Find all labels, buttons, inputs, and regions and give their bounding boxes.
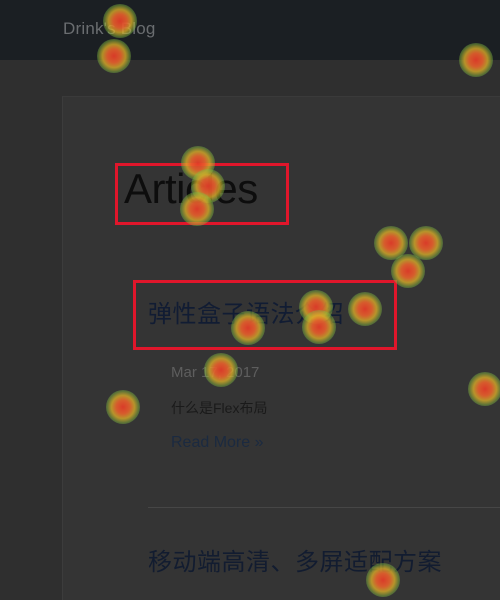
top-navbar: Drink's Blog (0, 0, 500, 60)
article-title-highlight-box (133, 280, 397, 350)
article-title-link-2[interactable]: 移动端高清、多屏适配方案 (148, 545, 442, 581)
blog-brand-link[interactable]: Drink's Blog (63, 19, 156, 39)
page-title-highlight-box (115, 163, 289, 225)
article-divider (148, 507, 500, 508)
read-more-link[interactable]: Read More » (171, 432, 264, 454)
article-excerpt: 什么是Flex布局 (171, 400, 268, 416)
blog-page: Drink's Blog Articles 弹性盒子语法介绍 Mar 17, 2… (0, 0, 500, 600)
article-date: Mar 17, 2017 (171, 364, 260, 381)
